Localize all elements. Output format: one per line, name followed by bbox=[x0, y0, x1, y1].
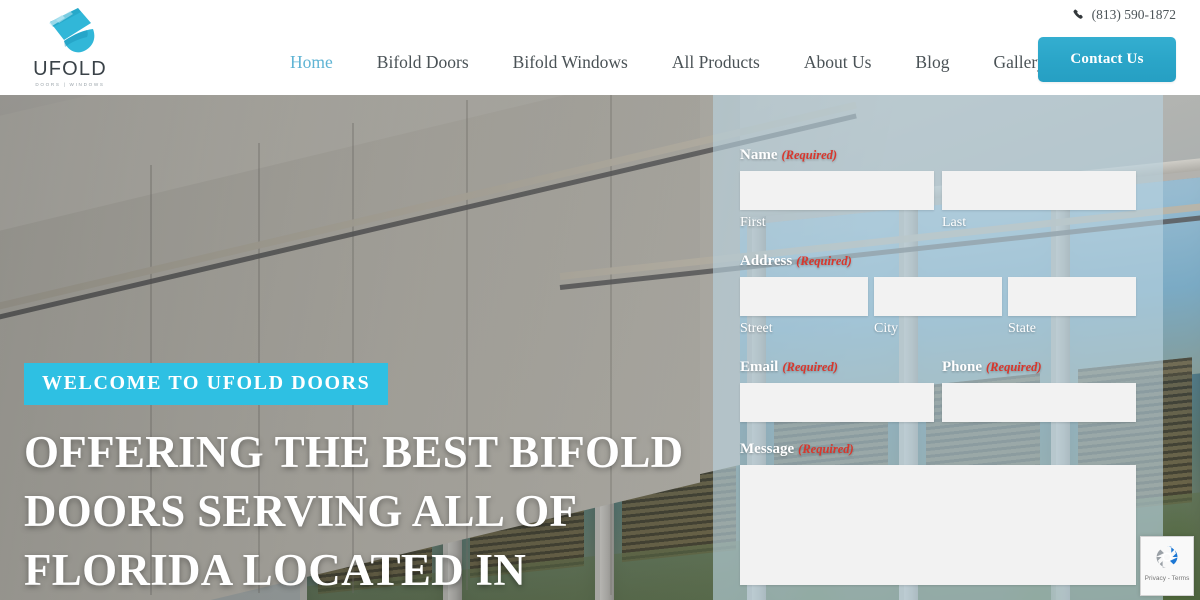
address-city-input[interactable] bbox=[874, 277, 1002, 316]
recaptcha-privacy-terms: Privacy - Terms bbox=[1144, 575, 1190, 582]
email-required-tag: (Required) bbox=[782, 360, 838, 374]
phone-number: (813) 590-1872 bbox=[1091, 7, 1176, 22]
address-label: Address (Required) bbox=[740, 253, 1136, 270]
contact-form-panel: Name (Required) First Last Address (Requir… bbox=[713, 95, 1163, 600]
name-label: Name (Required) bbox=[740, 147, 1136, 164]
recaptcha-badge[interactable]: Privacy - Terms bbox=[1140, 536, 1194, 596]
contact-us-button[interactable]: Contact Us bbox=[1038, 37, 1176, 82]
email-col: Email (Required) bbox=[740, 359, 934, 422]
name-last-sublabel: Last bbox=[942, 215, 967, 230]
address-city-col: City bbox=[874, 277, 1002, 337]
phone-label: Phone (Required) bbox=[942, 359, 1136, 376]
address-state-input[interactable] bbox=[1008, 277, 1136, 316]
address-street-input[interactable] bbox=[740, 277, 868, 316]
address-city-sublabel: City bbox=[874, 321, 899, 336]
message-label-text: Message bbox=[740, 441, 795, 457]
nav-item-all-products[interactable]: All Products bbox=[650, 40, 782, 84]
address-state-col: State bbox=[1008, 277, 1136, 337]
name-first-input[interactable] bbox=[740, 171, 934, 210]
address-state-sublabel: State bbox=[1008, 321, 1036, 336]
address-street-col: Street bbox=[740, 277, 868, 337]
phone-label-text: Phone bbox=[942, 359, 983, 375]
phone-col: Phone (Required) bbox=[942, 359, 1136, 422]
recaptcha-icon bbox=[1156, 546, 1178, 568]
nav-item-home[interactable]: Home bbox=[268, 40, 355, 84]
header-phone[interactable]: (813) 590-1872 bbox=[1073, 7, 1176, 23]
nav-item-bifold-windows[interactable]: Bifold Windows bbox=[491, 40, 650, 84]
name-last-input[interactable] bbox=[942, 171, 1136, 210]
site-header: UFOLD doors | windows (813) 590-1872 Hom… bbox=[0, 0, 1200, 95]
address-label-text: Address bbox=[740, 253, 793, 269]
name-first-col: First bbox=[740, 171, 934, 231]
name-first-sublabel: First bbox=[740, 215, 766, 230]
address-required-tag: (Required) bbox=[796, 254, 852, 268]
hero-welcome-badge: WELCOME TO UFOLD DOORS bbox=[24, 363, 389, 405]
email-input[interactable] bbox=[740, 383, 934, 422]
form-group-name: Name (Required) First Last bbox=[740, 147, 1136, 231]
nav-item-about-us[interactable]: About Us bbox=[782, 40, 894, 84]
nav-item-bifold-doors[interactable]: Bifold Doors bbox=[355, 40, 491, 84]
phone-required-tag: (Required) bbox=[986, 360, 1042, 374]
message-label: Message (Required) bbox=[740, 441, 1136, 458]
name-last-col: Last bbox=[942, 171, 1136, 231]
message-textarea[interactable] bbox=[740, 465, 1136, 585]
hero-headline: OFFERING THE BEST BIFOLD DOORS SERVING A… bbox=[24, 427, 684, 595]
form-group-address: Address (Required) Street City State bbox=[740, 253, 1136, 337]
hero-copy: WELCOME TO UFOLD DOORS OFFERING THE BEST… bbox=[24, 363, 724, 600]
address-street-sublabel: Street bbox=[740, 321, 773, 336]
main-navigation: Home Bifold Doors Bifold Windows All Pro… bbox=[0, 40, 1200, 84]
phone-icon bbox=[1073, 9, 1083, 19]
nav-item-blog[interactable]: Blog bbox=[893, 40, 971, 84]
email-label-text: Email bbox=[740, 359, 779, 375]
name-label-text: Name bbox=[740, 147, 778, 163]
phone-input[interactable] bbox=[942, 383, 1136, 422]
message-required-tag: (Required) bbox=[798, 442, 854, 456]
nav-items: Home Bifold Doors Bifold Windows All Pro… bbox=[268, 40, 1068, 84]
email-label: Email (Required) bbox=[740, 359, 934, 376]
form-group-message: Message (Required) bbox=[740, 441, 1136, 585]
form-group-email-phone: Email (Required) Phone (Required) bbox=[740, 359, 1136, 422]
name-required-tag: (Required) bbox=[781, 148, 838, 162]
